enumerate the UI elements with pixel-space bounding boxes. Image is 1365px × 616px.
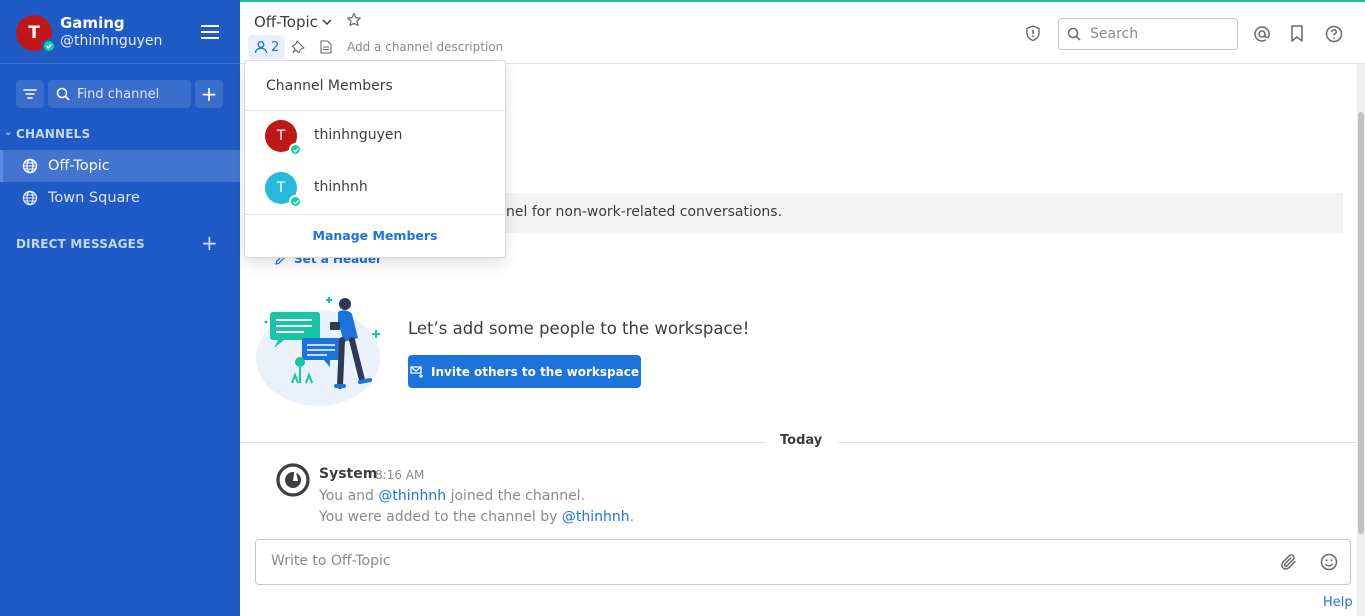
- avatar-initial: T: [28, 23, 40, 43]
- main-menu-icon[interactable]: [201, 25, 219, 39]
- member-item-thinhnguyen[interactable]: T thinhnguyen: [245, 113, 505, 159]
- online-status-icon: [42, 39, 56, 53]
- divider: [245, 110, 505, 111]
- channel-header: Off-Topic 2 Add a channel description Se…: [240, 0, 1365, 64]
- team-header[interactable]: T Gaming @thinhnguyen: [0, 0, 240, 64]
- channels-label: CHANNELS: [16, 127, 91, 141]
- member-item-thinhnh[interactable]: T thinhnh: [245, 165, 505, 211]
- document-icon: [320, 40, 332, 54]
- paperclip-icon[interactable]: [1280, 553, 1298, 571]
- add-channel-button[interactable]: +: [195, 80, 223, 108]
- sidebar: T Gaming @thinhnguyen Find channel + ⌄ C…: [0, 0, 240, 616]
- post-text: .: [629, 509, 635, 525]
- chevron-down-icon: [322, 19, 332, 25]
- globe-icon: [22, 190, 38, 206]
- sidebar-item-label: Off-Topic: [48, 158, 110, 174]
- sidebar-item-town-square[interactable]: Town Square: [0, 182, 240, 214]
- search-input[interactable]: Search: [1058, 18, 1238, 50]
- online-status-icon: [289, 195, 302, 208]
- mention-link[interactable]: @thinhnh: [562, 509, 630, 525]
- at-mention-icon[interactable]: [1253, 25, 1271, 43]
- popover-title: Channel Members: [266, 78, 393, 94]
- avatar-initial: T: [276, 180, 286, 196]
- channel-members-button[interactable]: 2: [248, 35, 286, 59]
- online-status-icon: [289, 143, 302, 156]
- post-text: You were: [319, 509, 387, 525]
- post-author[interactable]: System: [319, 466, 377, 482]
- post-text: joined the channel.: [446, 488, 586, 504]
- manage-members-button[interactable]: Manage Members: [245, 228, 505, 243]
- channel-name: Off-Topic: [254, 13, 318, 31]
- member-name: thinhnh: [314, 179, 368, 195]
- emoji-icon[interactable]: [1320, 553, 1338, 571]
- bookmark-icon[interactable]: [1290, 25, 1304, 42]
- find-channel-label: Find channel: [77, 86, 160, 102]
- team-username: @thinhnguyen: [60, 33, 163, 49]
- channels-section-header[interactable]: ⌄ CHANNELS: [4, 127, 91, 141]
- channel-intro-text: nel for non-work-related conversations.: [506, 204, 783, 220]
- add-direct-message-icon[interactable]: +: [201, 233, 218, 253]
- globe-icon: [22, 158, 38, 174]
- avatar: T: [265, 120, 302, 156]
- post-text: You and: [319, 488, 379, 504]
- team-name[interactable]: Gaming: [60, 14, 125, 32]
- add-people-title: Let’s add some people to the workspace!: [408, 319, 750, 338]
- mention-link[interactable]: @thinhnh: [378, 488, 446, 504]
- help-link[interactable]: Help: [1323, 595, 1353, 610]
- invite-people-illustration: [256, 297, 380, 406]
- post-text: by: [535, 509, 562, 525]
- search-icon: [56, 87, 70, 101]
- avatar-initial: T: [276, 128, 286, 144]
- direct-messages-header[interactable]: DIRECT MESSAGES: [16, 237, 145, 251]
- invite-others-button[interactable]: Invite others to the workspace: [408, 355, 641, 388]
- add-channel-description-link[interactable]: Add a channel description: [347, 40, 503, 54]
- post-message-line-2: You were added to the channel by @thinhn…: [319, 509, 634, 525]
- star-icon[interactable]: [346, 12, 362, 28]
- member-count: 2: [271, 39, 280, 55]
- message-input[interactable]: Write to Off-Topic: [255, 539, 1351, 585]
- scrollbar-thumb[interactable]: [1358, 112, 1364, 534]
- search-icon: [1067, 27, 1081, 41]
- channel-name-dropdown[interactable]: Off-Topic: [254, 13, 332, 31]
- member-name: thinhnguyen: [314, 127, 403, 143]
- chevron-down-icon: ⌄: [4, 127, 13, 138]
- filter-icon[interactable]: [16, 80, 44, 108]
- avatar[interactable]: T: [16, 15, 56, 53]
- message-placeholder: Write to Off-Topic: [271, 553, 391, 569]
- invite-button-label: Invite others to the workspace: [431, 364, 639, 379]
- post-timestamp[interactable]: 8:16 AM: [375, 468, 424, 482]
- sidebar-item-label: Town Square: [48, 190, 140, 206]
- date-separator-label: Today: [766, 433, 837, 448]
- post-text: added to the channel: [386, 509, 536, 525]
- help-icon[interactable]: [1325, 25, 1343, 43]
- divider: [245, 214, 505, 215]
- find-channel-button[interactable]: Find channel: [48, 80, 191, 108]
- channel-members-popover: Channel Members T thinhnguyen T thinhnh …: [244, 60, 506, 258]
- shield-icon[interactable]: [1025, 25, 1041, 42]
- invite-mail-icon: [410, 365, 424, 378]
- pin-icon[interactable]: [292, 40, 305, 53]
- sidebar-item-off-topic[interactable]: Off-Topic: [0, 150, 240, 182]
- system-avatar-icon: [276, 463, 310, 497]
- avatar: T: [265, 172, 302, 208]
- post-message-line-1: You and @thinhnh joined the channel.: [319, 488, 585, 504]
- user-icon: [254, 41, 268, 54]
- search-placeholder: Search: [1090, 26, 1139, 42]
